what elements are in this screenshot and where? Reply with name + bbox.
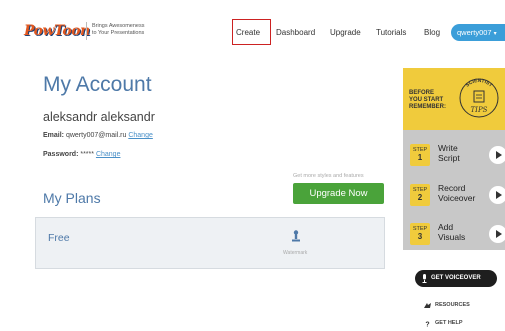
chevron-down-icon: ▾	[493, 31, 497, 37]
get-help-link[interactable]: GET HELP	[435, 320, 463, 327]
tip-step-2[interactable]: STEP 2 Record Voiceover	[403, 176, 505, 214]
tagline-line-1: Brings Awesomeness	[92, 23, 145, 29]
play-icon[interactable]	[489, 225, 505, 243]
email-label: Email:	[43, 132, 65, 139]
page-title: My Account	[43, 73, 152, 96]
tagline: Brings Awesomeness to Your Presentations	[92, 23, 144, 37]
top-header: PowToon Brings Awesomeness to Your Prese…	[0, 0, 505, 62]
plan-card	[35, 217, 385, 269]
upgrade-now-button[interactable]: Upgrade Now	[293, 183, 384, 204]
plans-title: My Plans	[43, 190, 101, 206]
svg-text:?: ?	[425, 322, 429, 328]
password-label: Password:	[43, 151, 79, 158]
step-text: Record Voiceover	[438, 183, 475, 203]
step-number: 3	[417, 232, 423, 241]
resources-link[interactable]: RESOURCES	[435, 302, 470, 309]
watermark-icon	[292, 230, 300, 242]
nav-create[interactable]: Create	[236, 28, 260, 38]
get-voiceover-label: GET VOICEOVER	[431, 275, 481, 281]
play-icon[interactable]	[489, 186, 505, 204]
nav-tutorials[interactable]: Tutorials	[376, 28, 406, 38]
email-value: qwerty007@mail.ru	[65, 132, 127, 139]
microphone-icon	[422, 274, 427, 283]
step-text: Write Script	[438, 143, 460, 163]
step-text-line-2: Voiceover	[438, 193, 476, 203]
svg-text:SCIENTIST: SCIENTIST	[465, 78, 494, 89]
change-password-link[interactable]: Change	[96, 151, 121, 158]
watermark-label: Watermark	[283, 250, 308, 256]
logo-divider	[86, 22, 87, 40]
step-tag: STEP 1	[410, 144, 430, 166]
step-text-line-2: Script	[438, 153, 460, 163]
tips-head-line-1: BEFORE	[409, 90, 435, 96]
step-text: Add Visuals	[438, 222, 465, 242]
step-text-line-1: Write	[438, 143, 458, 153]
tip-step-1[interactable]: STEP 1 Write Script	[403, 136, 505, 174]
play-icon[interactable]	[489, 146, 505, 164]
get-voiceover-button[interactable]: GET VOICEOVER	[415, 270, 497, 287]
step-number: 2	[417, 193, 423, 202]
email-row: Email: qwerty007@mail.ru Change	[43, 131, 153, 140]
nav-blog[interactable]: Blog	[424, 28, 440, 38]
user-menu-name: qwerty007	[457, 28, 492, 37]
step-text-line-1: Add	[438, 222, 454, 232]
tips-header-text: BEFORE YOU START REMEMBER:	[409, 90, 446, 111]
step-text-line-2: Visuals	[438, 232, 466, 242]
scientist-tips-badge: SCIENTIST TIPS	[459, 78, 499, 118]
nav-dashboard[interactable]: Dashboard	[276, 28, 315, 38]
logo-text: PowToon	[24, 23, 90, 39]
powtoon-logo[interactable]: PowToon	[24, 22, 90, 40]
badge-bottom-text: TIPS	[471, 106, 488, 114]
tips-head-line-3: REMEMBER:	[409, 104, 446, 110]
nav-upgrade[interactable]: Upgrade	[330, 28, 361, 38]
step-number: 1	[417, 153, 423, 162]
badge-top-text: SCIENTIST	[465, 78, 494, 89]
user-menu-button[interactable]: qwerty007 ▾	[451, 24, 505, 41]
step-text-line-1: Record	[438, 183, 466, 193]
upgrade-hint: Get more styles and features	[293, 173, 364, 179]
password-value: *****	[80, 151, 94, 158]
plan-name: Free	[48, 232, 70, 244]
password-row: Password: ***** Change	[43, 150, 120, 159]
change-email-link[interactable]: Change	[128, 132, 153, 139]
help-icon: ?	[425, 322, 429, 328]
tip-step-3[interactable]: STEP 3 Add Visuals	[403, 215, 505, 253]
tips-head-line-2: YOU START	[409, 97, 444, 103]
step-tag: STEP 3	[410, 223, 430, 245]
tagline-line-2: to Your Presentations	[92, 30, 145, 36]
step-tag: STEP 2	[410, 184, 430, 206]
resources-icon	[424, 303, 431, 308]
account-full-name: aleksandr aleksandr	[43, 110, 155, 124]
